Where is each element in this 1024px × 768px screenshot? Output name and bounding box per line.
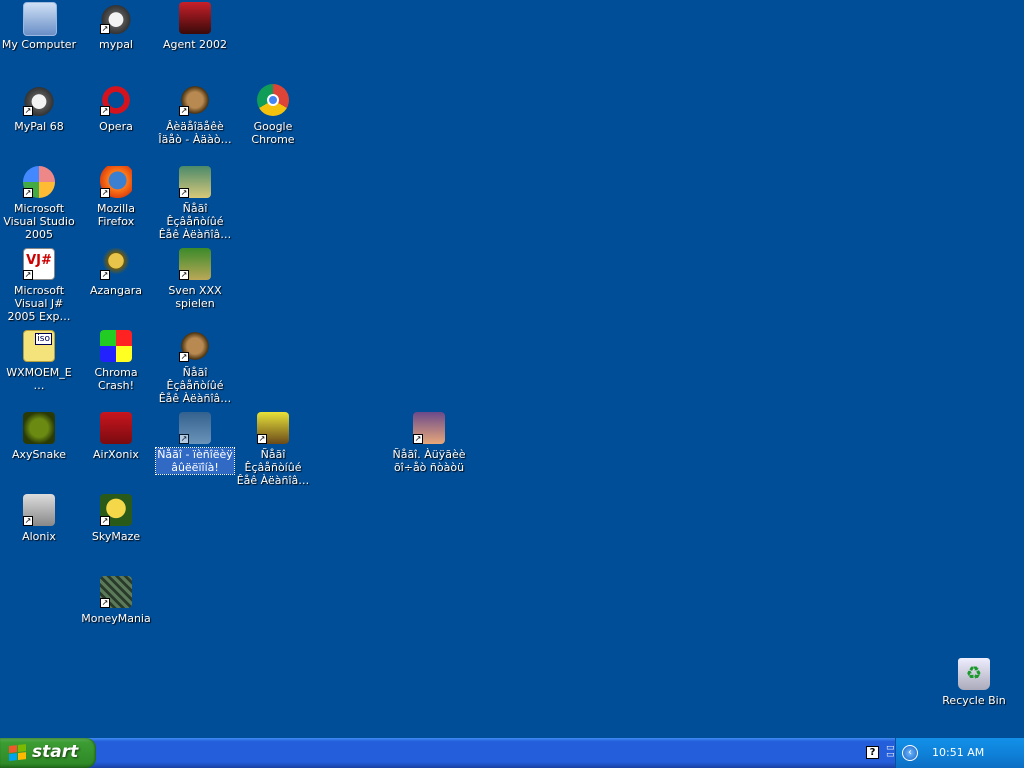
cartoon-icon: ↗: [179, 84, 211, 116]
start-button[interactable]: start: [0, 738, 96, 768]
icon-label: Alonix: [22, 530, 56, 543]
desktop: My Computer ↗ MyPal 68 ↗ Microsoft Visua…: [0, 0, 1024, 738]
airxonix-icon: [100, 412, 132, 444]
computer-icon: [23, 2, 57, 36]
icon-label: Sven XXX spielen: [168, 284, 222, 310]
clock[interactable]: 10:51 AM: [932, 746, 984, 759]
cartoon-icon: ↗: [179, 330, 211, 362]
desktop-icon-google-chrome[interactable]: Google Chrome: [234, 84, 312, 146]
icon-label: Ñåãî Êçâåñòíûé Êåê Àëàñîâ…: [236, 448, 310, 487]
icon-label: Google Chrome: [251, 120, 295, 146]
skymaze-icon: ↗: [100, 494, 132, 526]
vj-icon: VJ# ↗: [23, 248, 55, 280]
icon-label: Ñåãî - ïèñîëèÿ âûëëïîíà!: [155, 447, 235, 475]
desktop-icon-cartoon-selected[interactable]: ↗ Ñåãî - ïèñîëèÿ âûëëïîíà!: [155, 412, 235, 475]
icon-label: Ñåãî Êçâåñòíûé Êåê Àëàñîâ…: [158, 366, 232, 405]
icon-label: Mozilla Firefox: [97, 202, 135, 228]
desktop-icon-cartoon-2[interactable]: ↗ Ñåãî Êçâåñòíûé Êåê Àëàñîâ…: [156, 166, 234, 241]
alonix-icon: ↗: [23, 494, 55, 526]
desktop-icon-firefox[interactable]: ↗ Mozilla Firefox: [77, 166, 155, 228]
desktop-icon-azangara[interactable]: ↗ Azangara: [77, 248, 155, 297]
iso-file-icon: iso: [23, 330, 55, 362]
desktop-icon-cartoon-1[interactable]: ↗ Âèäåîäåêè Îäåò - Àäàò…: [156, 84, 234, 146]
icon-label: Âèäåîäåêè Îäåò - Àäàò…: [158, 120, 232, 146]
desktop-icon-alonix[interactable]: ↗ Alonix: [0, 494, 78, 543]
help-icon[interactable]: ?: [866, 746, 879, 759]
icon-label: My Computer: [1, 38, 77, 51]
raccoon-icon: ↗: [100, 2, 132, 34]
icon-label: SkyMaze: [91, 530, 141, 543]
icon-label: Microsoft Visual Studio 2005: [3, 202, 75, 241]
icon-label: MyPal 68: [14, 120, 64, 133]
desktop-icon-cartoon-5[interactable]: ↗ Ñåãî. Àüÿãèè õî÷åò ñòàòü: [390, 412, 468, 474]
desktop-icon-axysnake[interactable]: AxySnake: [0, 412, 78, 461]
chevron-left-icon[interactable]: ‹: [902, 745, 918, 761]
visual-studio-icon: ↗: [23, 166, 55, 198]
desktop-icon-mypal[interactable]: ↗ mypal: [77, 2, 155, 51]
raccoon-icon: ↗: [23, 84, 55, 116]
opera-icon: ↗: [100, 84, 132, 116]
desktop-icon-skymaze[interactable]: ↗ SkyMaze: [77, 494, 155, 543]
cartoon-icon: ↗: [179, 412, 211, 444]
icon-label: Microsoft Visual J# 2005 Exp…: [7, 284, 71, 323]
cartoon-icon: ↗: [413, 412, 445, 444]
cartoon-icon: ↗: [257, 412, 289, 444]
moneymania-icon: ↗: [100, 576, 132, 608]
desktop-icon-cartoon-3[interactable]: ↗ Ñåãî Êçâåñòíûé Êåê Àëàñîâ…: [156, 330, 234, 405]
desktop-icon-opera[interactable]: ↗ Opera: [77, 84, 155, 133]
icon-label: Ñåãî Êçâåñòíûé Êåê Àëàñîâ…: [158, 202, 232, 241]
icon-label: Opera: [99, 120, 133, 133]
windows-logo-icon: [9, 744, 27, 762]
desktop-icon-mypal-68[interactable]: ↗ MyPal 68: [0, 84, 78, 133]
system-tray: ? ▭ ▭ ‹ 10:51 AM: [866, 738, 1024, 768]
chroma-crash-icon: [100, 330, 132, 362]
desktop-icon-my-computer[interactable]: My Computer: [0, 2, 78, 51]
icon-label: Azangara: [90, 284, 142, 297]
taskbar: start ? ▭ ▭ ‹ 10:51 AM: [0, 738, 1024, 768]
axysnake-icon: [23, 412, 55, 444]
start-label: start: [32, 742, 79, 762]
restore-icon[interactable]: ▭ ▭: [886, 744, 896, 760]
icon-label: Ñåãî. Àüÿãèè õî÷åò ñòàòü: [392, 448, 466, 474]
desktop-icon-recycle-bin[interactable]: ♻ Recycle Bin: [935, 658, 1013, 707]
azangara-icon: ↗: [100, 248, 132, 280]
desktop-icon-airxonix[interactable]: AirXonix: [77, 412, 155, 461]
desktop-icon-chroma-crash[interactable]: Chroma Crash!: [77, 330, 155, 392]
recycle-bin-icon: ♻: [958, 658, 990, 690]
desktop-icon-visual-studio-2005[interactable]: ↗ Microsoft Visual Studio 2005: [0, 166, 78, 241]
icon-label: Recycle Bin: [942, 694, 1006, 707]
icon-label: AirXonix: [93, 448, 139, 461]
desktop-icon-wxmoem[interactable]: iso WXMOEM_E…: [0, 330, 78, 392]
desktop-icon-sven-xxx[interactable]: ↗ Sven XXX spielen: [156, 248, 234, 310]
desktop-icon-agent-2002[interactable]: Agent 2002: [156, 2, 234, 51]
sheep-icon: ↗: [179, 248, 211, 280]
chrome-icon: [257, 84, 289, 116]
desktop-icon-moneymania[interactable]: ↗ MoneyMania: [77, 576, 155, 625]
desktop-icon-cartoon-4[interactable]: ↗ Ñåãî Êçâåñòíûé Êåê Àëàñîâ…: [234, 412, 312, 487]
icon-label: WXMOEM_E…: [6, 366, 72, 392]
agent-icon: [179, 2, 211, 34]
icon-label: Agent 2002: [162, 38, 228, 51]
icon-label: MoneyMania: [81, 612, 151, 625]
firefox-icon: ↗: [100, 166, 132, 198]
cartoon-icon: ↗: [179, 166, 211, 198]
icon-label: Chroma Crash!: [94, 366, 138, 392]
desktop-icon-visual-j-sharp[interactable]: VJ# ↗ Microsoft Visual J# 2005 Exp…: [0, 248, 78, 323]
icon-label: mypal: [98, 38, 133, 51]
icon-label: AxySnake: [12, 448, 66, 461]
